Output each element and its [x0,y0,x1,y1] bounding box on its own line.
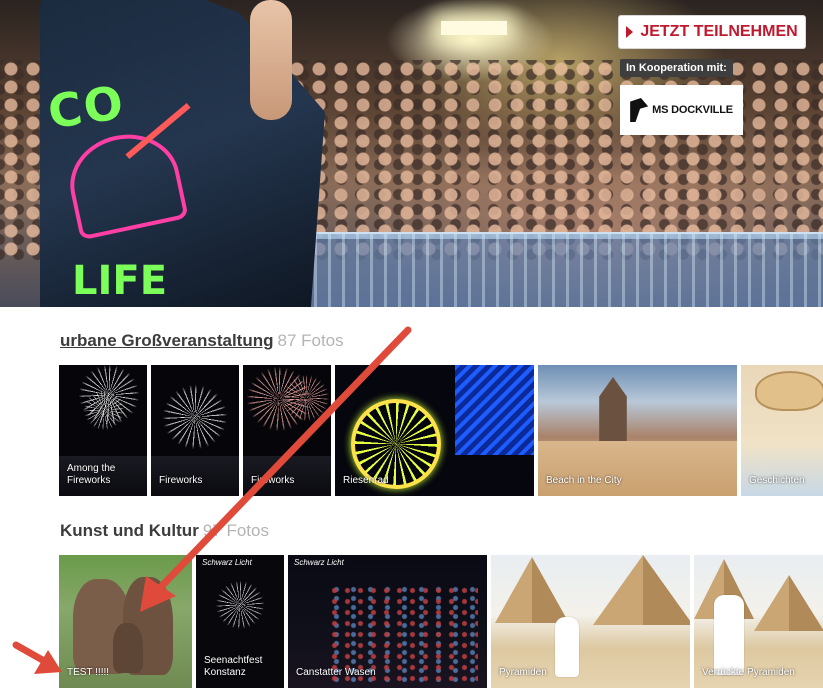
straw-hat [755,371,823,411]
photo-thumbnail[interactable]: TEST !!!!! [59,555,192,688]
watermark-logo: Schwarz Licht [294,558,344,567]
photo-caption: Fireworks [251,475,295,486]
watermark-logo: Schwarz Licht [202,558,252,567]
photo-caption: TEST !!!!! [67,667,110,678]
photo-thumbnail[interactable]: Riesenrad [335,365,534,496]
photo-caption: Geschichten [749,475,805,486]
section-photo-count: 97 Fotos [202,521,269,540]
elephant-calf [113,623,143,673]
photo-caption: Pyramiden [499,667,547,678]
section-title: Kunst und Kultur 97 Fotos [60,521,269,541]
tourist-figure [714,595,744,675]
church-building [599,377,627,442]
photo-caption: Fireworks [159,475,203,486]
firework-burst [84,390,124,430]
partner-name: MS DOCKVILLE [652,104,733,116]
pyramid [754,575,823,631]
section-title-link[interactable]: Kunst und Kultur [60,521,199,540]
photo-caption: Beach in the City [546,475,622,486]
partner-logo-link[interactable]: MS DOCKVILLE [620,85,743,135]
illuminated-building [455,365,534,455]
photo-thumbnail[interactable]: Schwarz Licht Canstatter Wasen [288,555,487,688]
photo-caption: Seenachtfest Konstanz [204,655,263,678]
tourist-figure [555,617,579,677]
photo-caption: Verrückte Pyramiden [702,667,795,678]
photo-thumbnail[interactable]: Verrückte Pyramiden [694,555,823,688]
flag-logo-icon [630,98,649,122]
section-photo-count: 87 Fotos [277,331,344,350]
cooperation-label: In Kooperation mit: [620,59,733,77]
photo-thumbnail[interactable]: Fireworks [243,365,331,496]
neon-lettering-paint: LIFE [72,258,168,304]
photo-thumbnail[interactable]: Schwarz Licht Seenachtfest Konstanz [196,555,284,688]
photo-caption: Among the Fireworks [67,463,116,486]
firework-burst [163,385,227,449]
section-title-link[interactable]: urbane Großveranstaltung [60,331,273,350]
photo-thumbnail[interactable]: Pyramiden [491,555,690,688]
play-triangle-icon [626,26,634,38]
photo-caption: Riesenrad [343,475,389,486]
section-title: urbane Großveranstaltung 87 Fotos [60,331,344,351]
firework-burst [216,581,264,629]
join-now-label: JETZT TEILNEHMEN [640,23,798,40]
photo-thumbnail[interactable]: Geschichten [741,365,823,496]
hero-banner: CO LIFE JETZT TEILNEHMEN In Kooperation … [0,0,823,307]
pyramid [593,555,690,625]
annotation-arrow-short [12,641,62,674]
join-now-button[interactable]: JETZT TEILNEHMEN [618,15,806,49]
neon-body-paint: CO [44,74,129,140]
stage-light [441,21,507,35]
crowd-barrier [300,232,823,307]
photo-caption: Canstatter Wasen [296,667,376,678]
photo-thumbnail[interactable]: Among the Fireworks [59,365,147,496]
performer-arm [250,0,292,120]
firework-burst [283,375,329,421]
photo-thumbnail[interactable]: Beach in the City [538,365,737,496]
photo-thumbnail[interactable]: Fireworks [151,365,239,496]
beach-court [538,441,737,496]
pyramid [495,557,569,623]
